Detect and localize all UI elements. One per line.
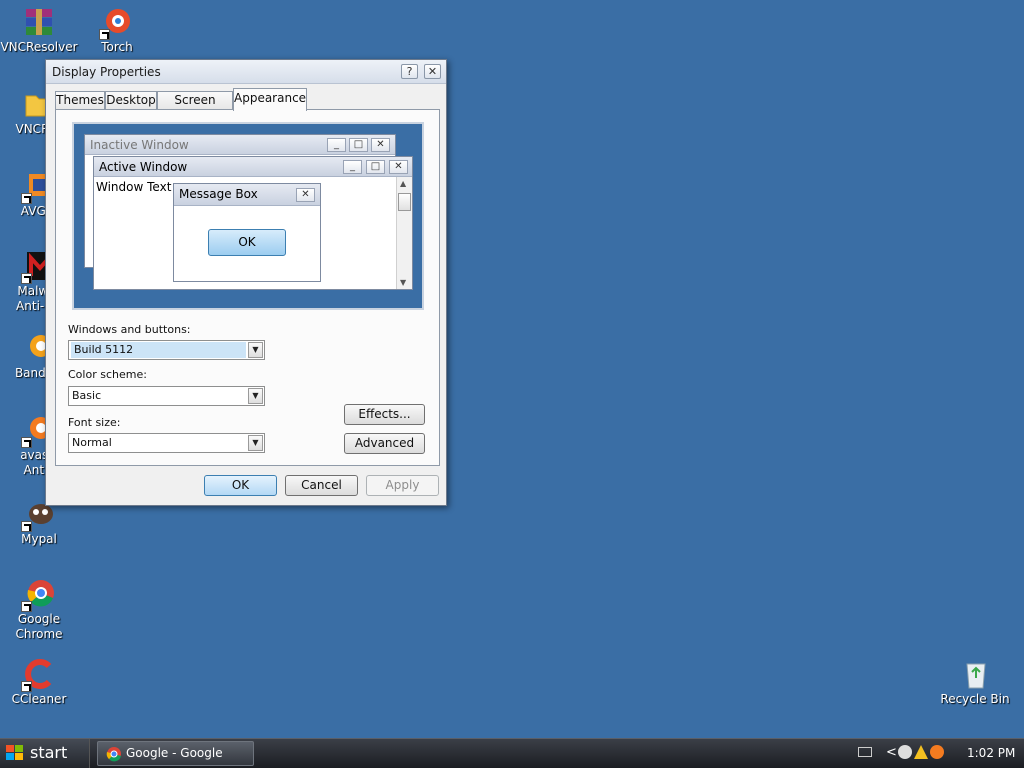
message-box-title: Message Box [179,187,258,201]
desktop-icon-label: VNCResolver [0,40,78,54]
font-size-value: Normal [72,436,112,449]
color-scheme-select[interactable]: Basic ▼ [68,386,265,406]
desktop-icon-label: Google Chrome [15,612,63,641]
taskbar: start Google - Google Ch... < 1:02 PM [0,738,1024,768]
help-button[interactable]: ? [401,64,418,79]
search-icon[interactable] [898,745,912,759]
tab-screen-saver[interactable]: Screen Saver [157,91,233,124]
tray-expand-arrow[interactable]: < [886,745,897,760]
taskbar-item-label: Google - Google Ch... [126,746,223,760]
advanced-button[interactable]: Advanced [344,433,425,454]
chevron-down-icon: ▼ [248,342,263,358]
font-size-select[interactable]: Normal ▼ [68,433,265,453]
close-icon: ✕ [296,188,315,202]
windows-buttons-value: Build 5112 [71,342,246,358]
torch-browser-icon [99,6,133,40]
windows-buttons-label: Windows and buttons: [68,323,191,336]
warning-icon[interactable] [914,745,928,759]
effects-button[interactable]: Effects... [344,404,425,425]
preview-scrollbar: ▲ ▼ [396,177,412,289]
desktop-icon-ccleaner[interactable]: CCleaner [0,658,78,707]
appearance-panel: Inactive Window _ □ ✕ Active Window _ □ … [55,109,440,466]
active-window-title: Active Window [99,160,188,174]
clock[interactable]: 1:02 PM [967,746,1015,760]
recycle-bin-icon [959,658,991,690]
maximize-icon: □ [366,160,385,174]
chevron-down-icon: ▼ [248,388,263,404]
desktop-icon-vncresolver[interactable]: VNCResolver [0,6,78,55]
desktop-icon-label: Mypal [21,532,57,546]
windows-logo-icon [6,745,23,760]
system-tray: < 1:02 PM [854,739,1024,768]
display-properties-dialog: Display Properties ? ✕ Themes Desktop Sc… [45,59,447,506]
ok-button[interactable]: OK [204,475,277,496]
winrar-icon [23,6,55,38]
close-icon: ✕ [389,160,408,174]
minimize-icon: _ [327,138,346,152]
apply-button[interactable]: Apply [366,475,439,496]
desktop-icon-label: CCleaner [11,692,67,706]
taskbar-item-chrome[interactable]: Google - Google Ch... [97,741,254,766]
message-box-ok-button: OK [208,229,286,256]
avast-icon[interactable] [930,745,944,759]
windows-buttons-select[interactable]: Build 5112 ▼ [68,340,265,360]
chrome-icon [106,747,121,762]
inactive-window-title: Inactive Window [90,138,189,152]
close-icon: ✕ [371,138,390,152]
font-size-label: Font size: [68,416,121,429]
minimize-icon: _ [343,160,362,174]
chevron-down-icon: ▼ [248,435,263,451]
tab-desktop[interactable]: Desktop [105,91,157,110]
cancel-button[interactable]: Cancel [285,475,358,496]
message-box-preview: Message Box ✕ OK [173,183,321,282]
chrome-icon [21,578,55,612]
tab-appearance[interactable]: Appearance [233,88,307,111]
keyboard-icon[interactable] [858,747,872,757]
desktop-icon-torch[interactable]: Torch [78,6,156,55]
desktop-icon-label: Torch [101,40,133,54]
start-button[interactable]: start [0,739,90,768]
desktop-icon-chrome[interactable]: Google Chrome [0,578,78,642]
tab-themes[interactable]: Themes [55,91,105,110]
start-label: start [30,743,68,762]
maximize-icon: □ [349,138,368,152]
close-button[interactable]: ✕ [424,64,441,79]
desktop-icon-recycle-bin[interactable]: Recycle Bin [936,658,1014,707]
dialog-title: Display Properties [52,65,161,79]
window-text: Window Text [96,180,172,194]
color-scheme-value: Basic [72,389,102,402]
color-scheme-label: Color scheme: [68,368,147,381]
desktop-icon-label: Recycle Bin [940,692,1010,706]
ccleaner-icon [21,658,55,692]
dialog-titlebar[interactable]: Display Properties ? ✕ [46,60,446,84]
appearance-preview: Inactive Window _ □ ✕ Active Window _ □ … [72,122,424,310]
